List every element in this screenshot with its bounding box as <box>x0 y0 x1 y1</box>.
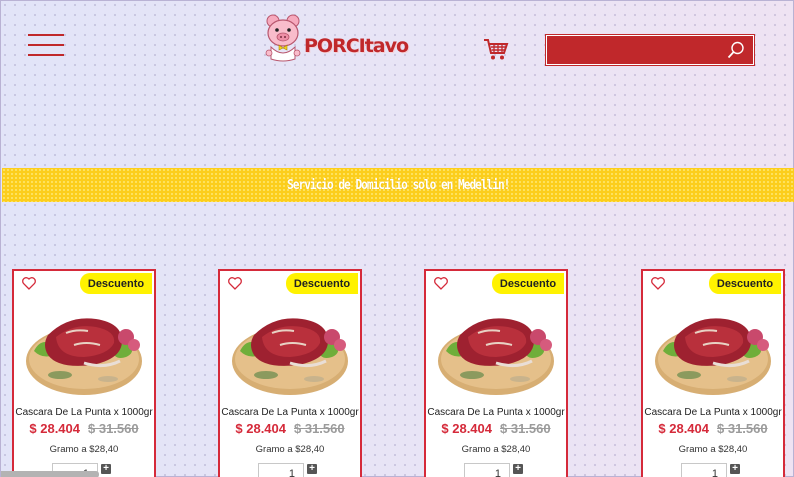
search-icon[interactable] <box>727 41 745 59</box>
price-row: $ 28.404 $ 31.560 <box>220 421 360 436</box>
product-old-price: $ 31.560 <box>294 421 345 436</box>
price-row: $ 28.404 $ 31.560 <box>14 421 154 436</box>
product-image[interactable] <box>228 293 352 405</box>
product-old-price: $ 31.560 <box>88 421 139 436</box>
product-image[interactable] <box>651 293 775 405</box>
price-row: $ 28.404 $ 31.560 <box>426 421 566 436</box>
plus-icon[interactable]: + <box>730 464 740 474</box>
product-name[interactable]: Cascara De La Punta x 1000gr <box>643 407 783 418</box>
menu-line <box>28 34 64 36</box>
product-card[interactable]: Descuento Cascara De La Punta x 1000gr $… <box>218 269 362 477</box>
menu-line <box>28 54 64 56</box>
pig-mascot-icon <box>265 14 301 62</box>
logo-text: PORCItavo <box>304 35 409 57</box>
product-image[interactable] <box>22 293 146 405</box>
plus-icon[interactable]: + <box>307 464 317 474</box>
quantity-input[interactable] <box>258 463 304 477</box>
menu-button[interactable] <box>28 34 64 56</box>
banner-text: Servicio de Domicilio solo en Medellin! <box>286 177 510 193</box>
unit-price: Gramo a $28,40 <box>255 444 325 455</box>
heart-icon[interactable] <box>650 275 666 291</box>
product-card[interactable]: Descuento Cascara De La Punta x 1000gr $… <box>12 269 156 477</box>
heart-icon[interactable] <box>227 275 243 291</box>
price-row: $ 28.404 $ 31.560 <box>643 421 783 436</box>
quantity-input[interactable] <box>681 463 727 477</box>
product-card[interactable]: Descuento Cascara De La Punta x 1000gr $… <box>641 269 785 477</box>
product-price: $ 28.404 <box>29 421 80 436</box>
product-old-price: $ 31.560 <box>500 421 551 436</box>
discount-badge: Descuento <box>709 273 781 294</box>
product-name[interactable]: Cascara De La Punta x 1000gr <box>14 407 154 418</box>
product-name[interactable]: Cascara De La Punta x 1000gr <box>426 407 566 418</box>
menu-line <box>28 44 64 46</box>
discount-badge: Descuento <box>286 273 358 294</box>
product-price: $ 28.404 <box>235 421 286 436</box>
quantity-input[interactable] <box>464 463 510 477</box>
product-price: $ 28.404 <box>441 421 492 436</box>
discount-badge: Descuento <box>80 273 152 294</box>
product-image[interactable] <box>434 293 558 405</box>
delivery-banner: Servicio de Domicilio solo en Medellin! <box>2 168 794 202</box>
product-card[interactable]: Descuento Cascara De La Punta x 1000gr $… <box>424 269 568 477</box>
site-logo[interactable]: PORCItavo <box>260 13 409 65</box>
product-name[interactable]: Cascara De La Punta x 1000gr <box>220 407 360 418</box>
product-old-price: $ 31.560 <box>717 421 768 436</box>
unit-price: Gramo a $28,40 <box>49 444 119 455</box>
horizontal-scrollbar[interactable] <box>1 471 99 477</box>
plus-icon[interactable]: + <box>513 464 523 474</box>
unit-price: Gramo a $28,40 <box>678 444 748 455</box>
search-input[interactable] <box>547 36 723 64</box>
search-bar <box>545 34 755 66</box>
shopping-cart-icon[interactable] <box>483 36 509 62</box>
heart-icon[interactable] <box>21 275 37 291</box>
discount-badge: Descuento <box>492 273 564 294</box>
unit-price: Gramo a $28,40 <box>461 444 531 455</box>
plus-icon[interactable]: + <box>101 464 111 474</box>
heart-icon[interactable] <box>433 275 449 291</box>
product-price: $ 28.404 <box>658 421 709 436</box>
